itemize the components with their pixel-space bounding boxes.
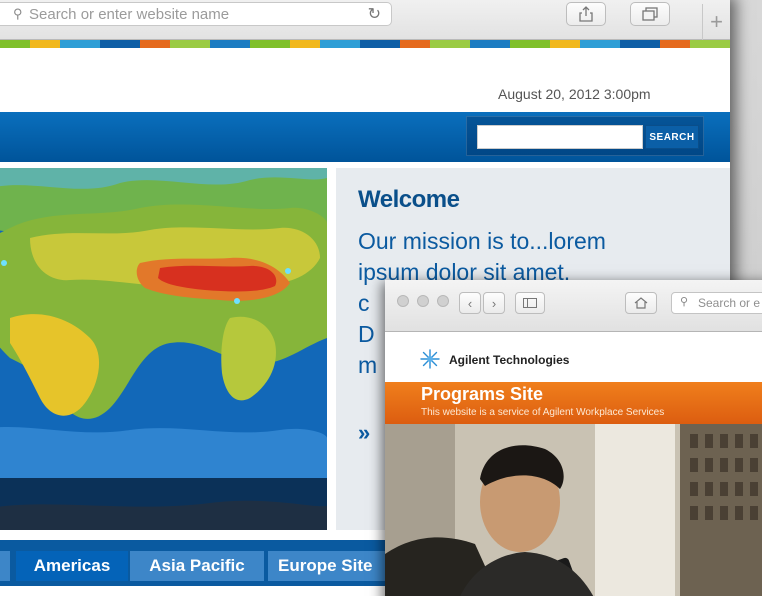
share-button[interactable] [566, 2, 606, 26]
front-browser-window: ‹ › ⚲ Search or e Agilent Technologies P… [385, 280, 762, 596]
back-button[interactable]: ‹ [459, 292, 481, 314]
zoom-window-icon[interactable] [437, 295, 449, 307]
map-caption-bar [0, 478, 327, 530]
home-icon [634, 297, 648, 309]
front-url-placeholder: Search or e [698, 296, 761, 310]
minimize-window-icon[interactable] [417, 295, 429, 307]
date-time: August 20, 2012 3:00pm [498, 86, 651, 102]
welcome-title: Welcome [358, 186, 460, 213]
mission-line: Our mission is to...lorem [358, 228, 606, 254]
front-toolbar: ‹ › ⚲ Search or e [385, 280, 762, 332]
forward-button[interactable]: › [483, 292, 505, 314]
desktop: ⚲ Search or enter website name ↻ + Augus… [0, 0, 762, 596]
chevron-right-icon: › [491, 295, 497, 311]
agilent-header [385, 332, 762, 382]
share-icon [579, 6, 593, 22]
plus-icon: + [710, 9, 723, 34]
nav-tab-americas[interactable]: Americas [16, 551, 128, 581]
tabs-icon [642, 7, 658, 21]
tabs-button[interactable] [630, 2, 670, 26]
more-link[interactable]: » [358, 420, 370, 446]
sidebar-icon [523, 298, 537, 308]
world-map-image [0, 168, 327, 530]
site-search-input[interactable] [477, 125, 643, 149]
programs-site-subtitle: This website is a service of Agilent Wor… [421, 407, 665, 418]
back-url-bar[interactable]: ⚲ Search or enter website name ↻ [0, 2, 392, 26]
search-icon: ⚲ [680, 296, 689, 308]
search-icon: ⚲ [13, 6, 23, 21]
close-window-icon[interactable] [397, 295, 409, 307]
chevron-left-icon: ‹ [467, 295, 473, 311]
new-tab-button[interactable]: + [702, 4, 730, 40]
search-button[interactable]: SEARCH [645, 125, 699, 149]
agilent-spark-logo-icon [420, 349, 440, 369]
nav-tab-europe-site[interactable]: Europe Site [268, 551, 398, 581]
home-button[interactable] [625, 292, 657, 314]
nav-tab-asia-pacific[interactable]: Asia Pacific [130, 551, 264, 581]
front-url-bar[interactable]: ⚲ Search or e [671, 292, 762, 314]
reload-icon[interactable]: ↻ [368, 4, 381, 24]
back-url-placeholder: Search or enter website name [29, 5, 230, 23]
company-name[interactable]: Agilent Technologies [449, 353, 569, 367]
world-map-graphic [0, 168, 327, 530]
site-search: SEARCH [466, 116, 704, 156]
photo-graphic [385, 424, 762, 596]
businessman-photo [385, 424, 762, 596]
nav-tab-partial[interactable] [0, 551, 10, 581]
back-toolbar: ⚲ Search or enter website name ↻ + [0, 0, 730, 40]
programs-site-title: Programs Site [421, 384, 544, 404]
color-strip [0, 40, 730, 48]
sidebar-button[interactable] [515, 292, 545, 314]
